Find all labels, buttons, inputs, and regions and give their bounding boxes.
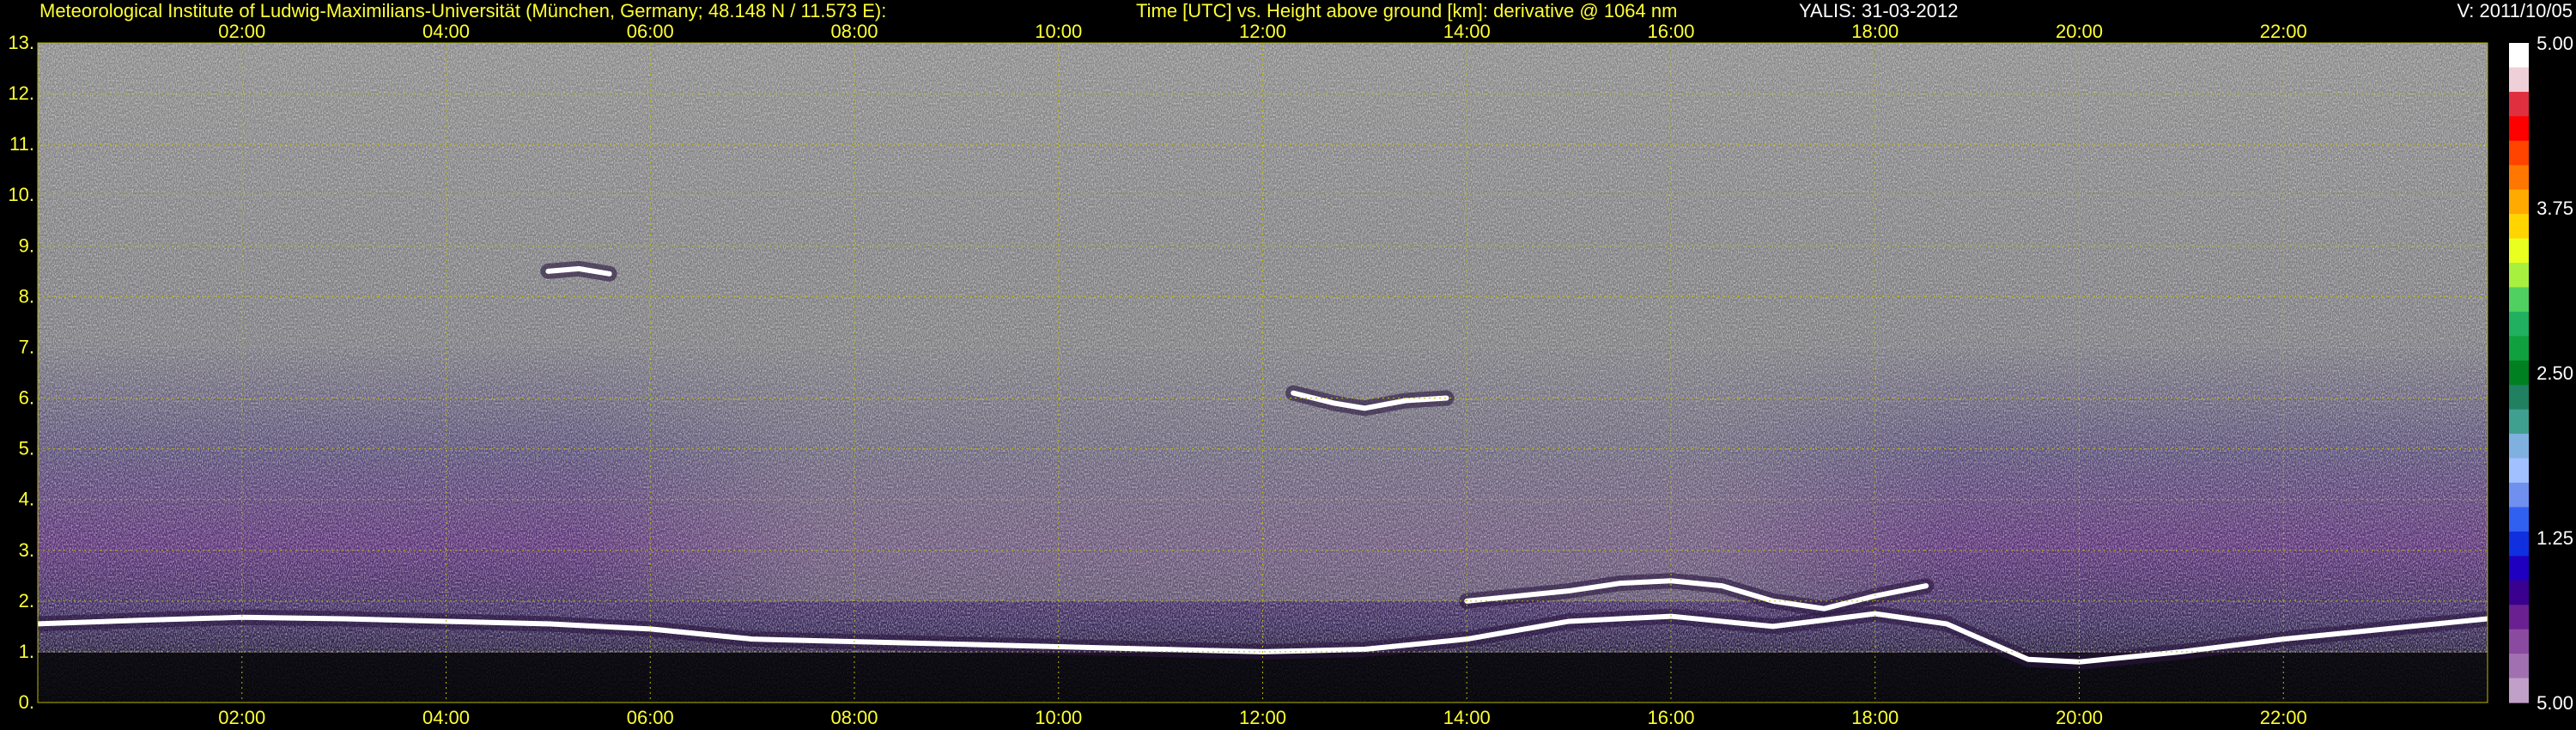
x-tick-label-bottom: 12:00 xyxy=(1239,707,1286,728)
x-tick-label-bottom: 02:00 xyxy=(218,707,265,728)
colorbar-swatch xyxy=(2509,458,2529,484)
x-tick-label-top: 06:00 xyxy=(627,21,674,42)
y-tick-label: 13. xyxy=(8,32,34,53)
x-tick-label-bottom: 08:00 xyxy=(830,707,878,728)
colorbar-swatch xyxy=(2509,556,2529,581)
x-tick-label-bottom: 20:00 xyxy=(2056,707,2103,728)
plot-area xyxy=(38,43,2488,703)
colorbar-swatch xyxy=(2509,483,2529,508)
x-tick-label-top: 08:00 xyxy=(830,21,878,42)
y-tick-label: 12. xyxy=(8,82,34,104)
y-tick-label: 10. xyxy=(8,184,34,205)
x-axis-bottom: 02:00 04:00 06:00 08:00 10:00 12:00 14:00 16:00… xyxy=(218,707,2307,728)
x-axis-top: 02:00 04:00 06:00 08:00 10:00 12:00 14:00 16:00… xyxy=(218,21,2307,42)
colorbar-swatch xyxy=(2509,507,2529,532)
colorbar-swatch xyxy=(2509,409,2529,435)
y-tick-label: 9. xyxy=(19,234,34,256)
x-tick-label-bottom: 18:00 xyxy=(1851,707,1899,728)
x-tick-label-bottom: 10:00 xyxy=(1035,707,1082,728)
colorbar-swatch xyxy=(2509,287,2529,313)
y-tick-label: 1. xyxy=(19,641,34,662)
x-tick-label-top: 12:00 xyxy=(1239,21,1286,42)
x-tick-label-top: 14:00 xyxy=(1443,21,1491,42)
colorbar-swatch xyxy=(2509,678,2529,703)
x-tick-label-top: 22:00 xyxy=(2260,21,2307,42)
colorbar-swatch xyxy=(2509,140,2529,166)
colorbar-swatch xyxy=(2509,605,2529,630)
colorbar-swatch xyxy=(2509,189,2529,215)
colorbar-swatch xyxy=(2509,43,2529,69)
y-tick-label: 4. xyxy=(19,489,34,510)
colorbar-swatch xyxy=(2509,311,2529,337)
colorbar: 5.00 3.75 2.50 1.25 5.00 xyxy=(2509,33,2573,714)
colorbar-swatch xyxy=(2509,360,2529,386)
x-tick-label-bottom: 06:00 xyxy=(627,707,674,728)
colorbar-swatch xyxy=(2509,385,2529,411)
chart-title: Time [UTC] vs. Height above ground [km]:… xyxy=(1136,0,1677,21)
x-tick-label-top: 02:00 xyxy=(218,21,265,42)
x-tick-label-top: 18:00 xyxy=(1851,21,1899,42)
y-tick-label: 0. xyxy=(19,691,34,713)
y-tick-label: 2. xyxy=(19,590,34,611)
colorbar-swatch xyxy=(2509,336,2529,362)
x-tick-label-bottom: 14:00 xyxy=(1443,707,1491,728)
colorbar-swatch xyxy=(2509,214,2529,240)
version-label: V: 2011/10/05 xyxy=(2457,0,2573,21)
colorbar-swatch xyxy=(2509,91,2529,117)
colorbar-tick-label: 1.25 xyxy=(2537,527,2573,549)
colorbar-swatch xyxy=(2509,116,2529,142)
x-tick-label-top: 10:00 xyxy=(1035,21,1082,42)
y-tick-label: 11. xyxy=(9,133,34,155)
y-tick-label: 6. xyxy=(19,387,34,409)
colorbar-swatch xyxy=(2509,531,2529,557)
instrument-date-label: YALIS: 31-03-2012 xyxy=(1799,0,1959,21)
y-tick-label: 3. xyxy=(19,539,34,561)
x-tick-label-top: 04:00 xyxy=(422,21,470,42)
colorbar-swatch xyxy=(2509,67,2529,93)
colorbar-swatch xyxy=(2509,654,2529,679)
y-tick-label: 5. xyxy=(19,438,34,459)
colorbar-swatch xyxy=(2509,434,2529,459)
x-tick-label-bottom: 04:00 xyxy=(422,707,470,728)
colorbar-swatch xyxy=(2509,165,2529,191)
y-axis: 0. 1. 2. 3. 4. 5. 6. 7. 8. 9. 10. 11. 12. 13. xyxy=(8,32,34,713)
x-tick-label-bottom: 22:00 xyxy=(2260,707,2307,728)
y-tick-label: 8. xyxy=(19,285,34,307)
x-tick-label-top: 16:00 xyxy=(1647,21,1694,42)
y-tick-label: 7. xyxy=(19,336,34,357)
colorbar-swatch xyxy=(2509,629,2529,654)
institute-label: Meteorological Institute of Ludwig-Maxim… xyxy=(39,0,886,21)
x-tick-label-bottom: 16:00 xyxy=(1647,707,1694,728)
colorbar-swatch xyxy=(2509,238,2529,264)
lidar-plot: 0. 1. 2. 3. 4. 5. 6. 7. 8. 9. 10. 11. 12. 13. 02:00 04… xyxy=(8,0,2573,728)
colorbar-tick-label: 3.75 xyxy=(2537,198,2573,219)
x-tick-label-top: 20:00 xyxy=(2056,21,2103,42)
colorbar-swatch xyxy=(2509,263,2529,289)
colorbar-tick-label: 5.00 xyxy=(2537,692,2573,714)
colorbar-tick-label: 5.00 xyxy=(2537,33,2573,54)
colorbar-swatch xyxy=(2509,580,2529,605)
colorbar-tick-label: 2.50 xyxy=(2537,362,2573,384)
